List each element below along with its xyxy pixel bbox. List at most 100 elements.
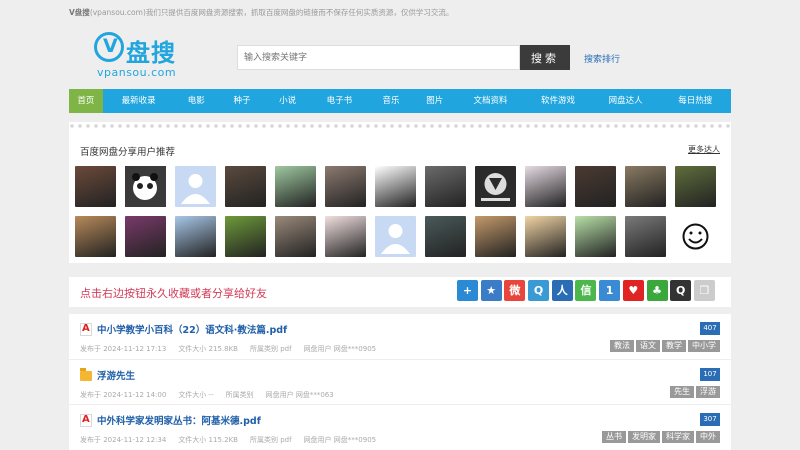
item-title-link[interactable]: 浮游先生 (97, 368, 135, 382)
user-recommend-title: 百度网盘分享用户推荐 (80, 147, 176, 158)
weibo-icon[interactable]: 微 (504, 280, 526, 301)
clover-icon[interactable]: ♣ (646, 280, 668, 301)
view-count-badge: 307 (700, 413, 720, 426)
qq-icon[interactable]: Q (670, 280, 692, 301)
tag[interactable]: 先生 (670, 386, 694, 398)
user-avatar[interactable] (675, 166, 716, 207)
smiley-avatar[interactable] (675, 216, 716, 257)
nav-item[interactable]: 种子 (218, 89, 266, 113)
nav-item[interactable]: 最新收录 (103, 89, 175, 113)
tag[interactable]: 教学 (662, 340, 686, 352)
item-meta-field: 发布于 2024-11-12 14:00 (80, 391, 167, 399)
logo-cn: 盘搜 (126, 39, 176, 67)
user-avatar[interactable] (175, 216, 216, 257)
tag[interactable]: 教法 (610, 340, 634, 352)
user-avatar[interactable] (525, 166, 566, 207)
plus-icon[interactable]: + (457, 280, 478, 301)
pdf-icon (80, 414, 92, 427)
logo-mark-letter: V (103, 35, 118, 57)
tag[interactable]: 浮游 (696, 386, 720, 398)
header: V 盘搜 vpansou.com 搜索 搜索排行 (0, 26, 800, 88)
shield-avatar[interactable] (475, 166, 516, 207)
user-avatar[interactable] (125, 216, 166, 257)
item-meta: 发布于 2024-11-12 12:34 文件大小 115.2KB 所属类别 pdf… (80, 435, 388, 445)
item-meta-field: 网盘用户 网盘***0905 (303, 345, 377, 353)
result-list: 中小学教学小百科（22）语文科·教法篇.pdf 发布于 2024-11-12 17… (69, 314, 731, 450)
nav-item[interactable]: 网盘达人 (592, 89, 660, 113)
nav-item[interactable]: 软件游戏 (524, 89, 592, 113)
nav-item[interactable]: 电子书 (310, 89, 370, 113)
share-icons: + ★ 微 Q 人信 1 ♥ ♣ Q ❐ (457, 280, 718, 301)
item-title-link[interactable]: 中外科学家发明家丛书：阿基米德.pdf (97, 413, 261, 427)
tag[interactable]: 丛书 (602, 431, 626, 443)
wechat-icon[interactable]: 信 (575, 280, 597, 301)
site-notice-text: (vpansou.com)我们只提供百度网盘资源搜索，抓取百度网盘的链接而不保存… (89, 8, 454, 17)
heart-icon[interactable]: ♥ (622, 280, 644, 301)
user-avatar[interactable] (525, 216, 566, 257)
tag-list: 丛书 发明家 科学家 中外 (600, 431, 720, 443)
user-avatar[interactable] (225, 216, 266, 257)
share-panel: 点击右边按钮永久收藏或者分享给好友 + ★ 微 Q 人信 1 ♥ ♣ Q ❐ (69, 277, 731, 307)
more-users-link[interactable]: 更多达人 (688, 144, 720, 155)
item-meta-field: 文件大小 -- (178, 391, 214, 399)
tag-list: 教法 语文 教学 中小学 (608, 340, 720, 352)
item-meta-field: 所属类别 pdf (249, 345, 292, 353)
item-meta-field: 所属类别 pdf (249, 436, 292, 444)
user-avatar[interactable] (275, 216, 316, 257)
item-meta-field: 网盘用户 网盘***0905 (303, 436, 377, 444)
nav-item[interactable]: 音乐 (369, 89, 413, 113)
user-avatar[interactable] (75, 216, 116, 257)
tag[interactable]: 发明家 (628, 431, 660, 443)
search-input[interactable] (237, 45, 520, 70)
user-avatar[interactable] (475, 216, 516, 257)
user-avatar[interactable] (325, 216, 366, 257)
item-meta-field: 文件大小 215.8KB (178, 345, 238, 353)
tag[interactable]: 中小学 (688, 340, 720, 352)
site-logo[interactable]: V 盘搜 vpansou.com (94, 30, 189, 80)
logo-mark: V (94, 32, 124, 62)
item-meta-field: 网盘用户 网盘***063 (265, 391, 334, 399)
user-avatar[interactable] (375, 166, 416, 207)
user-avatar[interactable] (575, 216, 616, 257)
user-avatar[interactable] (625, 166, 666, 207)
one-icon[interactable]: 1 (599, 280, 621, 301)
nav-item[interactable]: 每日热搜 (659, 89, 731, 113)
share-title: 点击右边按钮永久收藏或者分享给好友 (80, 287, 267, 300)
default-avatar[interactable] (175, 166, 216, 207)
nav-item[interactable]: 首页 (69, 89, 103, 113)
item-meta-field: 发布于 2024-11-12 12:34 (80, 436, 167, 444)
nav-item[interactable]: 小说 (266, 89, 310, 113)
nav-item[interactable]: 电影 (174, 89, 218, 113)
user-avatar[interactable] (425, 166, 466, 207)
copy-icon[interactable]: ❐ (693, 280, 715, 301)
user-avatar[interactable] (225, 166, 266, 207)
nav-item[interactable]: 文档资料 (457, 89, 525, 113)
tag[interactable]: 语文 (636, 340, 660, 352)
nav-item[interactable]: 图片 (413, 89, 457, 113)
default-avatar[interactable] (375, 216, 416, 257)
search-button[interactable]: 搜索 (520, 45, 570, 70)
user-avatar[interactable] (325, 166, 366, 207)
item-meta: 发布于 2024-11-12 14:00 文件大小 -- 所属类别 网盘用户 网盘**… (80, 390, 346, 400)
folder-icon (80, 368, 92, 381)
tag-list: 先生 浮游 (668, 386, 720, 398)
tencent-weibo-icon[interactable]: Q (528, 280, 550, 301)
item-meta-field: 发布于 2024-11-12 17:13 (80, 345, 167, 353)
item-meta-field: 所属类别 (225, 391, 254, 399)
list-item: 中小学教学小百科（22）语文科·教法篇.pdf 发布于 2024-11-12 17… (69, 314, 731, 358)
user-recommend-panel: 百度网盘分享用户推荐 更多达人 (69, 122, 731, 263)
panda-avatar[interactable] (125, 166, 166, 207)
renren-icon[interactable]: 人 (551, 280, 573, 301)
tag[interactable]: 科学家 (662, 431, 694, 443)
item-meta: 发布于 2024-11-12 17:13 文件大小 215.8KB 所属类别 pdf… (80, 344, 388, 354)
star-icon[interactable]: ★ (480, 280, 502, 301)
list-item: 浮游先生 发布于 2024-11-12 14:00 文件大小 -- 所属类别 网盘用户 … (69, 359, 731, 403)
user-avatar[interactable] (275, 166, 316, 207)
user-avatar[interactable] (625, 216, 666, 257)
search-rank-link[interactable]: 搜索排行 (584, 52, 620, 65)
user-avatar[interactable] (425, 216, 466, 257)
user-avatar[interactable] (75, 166, 116, 207)
user-avatar[interactable] (575, 166, 616, 207)
item-title-link[interactable]: 中小学教学小百科（22）语文科·教法篇.pdf (97, 322, 287, 336)
tag[interactable]: 中外 (696, 431, 720, 443)
